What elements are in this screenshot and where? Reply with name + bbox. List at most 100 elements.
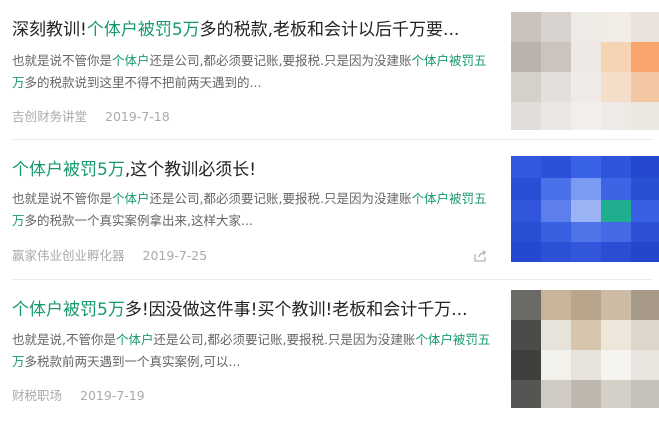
- thumbnail-pixel: [511, 72, 541, 102]
- thumbnail-pixel: [631, 222, 659, 242]
- thumbnail-pixel: [571, 156, 601, 178]
- thumbnail-pixel: [601, 72, 631, 102]
- title-keyword: 个体户被罚5万: [86, 20, 200, 40]
- summary-text: 多的税款说到这里不得不把前两天遇到的...: [24, 75, 262, 90]
- title-keyword: 个体户被罚5万: [12, 300, 125, 320]
- result-item[interactable]: 深刻教训!个体户被罚5万多的税款,老板和会计以后千万要... 也就是说不管你是个…: [0, 0, 659, 140]
- thumbnail-pixel: [571, 200, 601, 222]
- thumbnail-pixel: [541, 102, 571, 130]
- thumbnail-pixel: [571, 290, 601, 320]
- thumbnail-pixel: [541, 290, 571, 320]
- result-title[interactable]: 个体户被罚5万多!因没做这件事!买个教训!老板和会计千万...: [12, 297, 498, 323]
- summary-text: 也就是说不管你是: [12, 53, 113, 68]
- title-text: 多的税款,老板和会计以后千万要...: [199, 20, 460, 40]
- thumbnail-pixel: [511, 222, 541, 242]
- thumbnail-pixel: [601, 200, 631, 222]
- thumbnail-pixel: [631, 320, 659, 350]
- thumbnail-pixel: [601, 156, 631, 178]
- summary-text: 还是公司,都必须要记账,要报税.只是因为没建账: [149, 191, 412, 206]
- publish-date: 2019-7-18: [105, 109, 170, 124]
- thumbnail-pixel: [511, 200, 541, 222]
- source-name[interactable]: 吉创财务讲堂: [12, 109, 87, 124]
- result-title[interactable]: 深刻教训!个体户被罚5万多的税款,老板和会计以后千万要...: [12, 17, 498, 43]
- thumbnail-pixel: [511, 380, 541, 408]
- thumbnail-pixel: [571, 102, 601, 130]
- thumbnail-pixel: [511, 290, 541, 320]
- result-meta: 吉创财务讲堂 2019-7-18: [12, 108, 170, 126]
- publish-date: 2019-7-25: [142, 248, 208, 263]
- thumbnail-pixel: [511, 242, 541, 262]
- thumbnail-pixel: [631, 290, 659, 320]
- thumbnail-pixel: [541, 12, 571, 42]
- thumbnail-pixel: [511, 178, 541, 200]
- thumbnail-pixel: [601, 320, 631, 350]
- result-meta: 赢家伟业创业孵化器 2019-7-25: [12, 247, 207, 265]
- thumbnail-pixel: [631, 242, 659, 262]
- thumbnail-pixel: [601, 222, 631, 242]
- title-text: ,这个教训必须长!: [124, 160, 257, 180]
- thumbnail-pixel: [541, 178, 571, 200]
- source-name[interactable]: 赢家伟业创业孵化器: [12, 248, 125, 263]
- thumbnail-pixel: [541, 380, 571, 408]
- thumbnail-pixel: [601, 242, 631, 262]
- summary-text: 也就是说不管你是: [12, 191, 113, 206]
- source-name[interactable]: 财税职场: [12, 388, 62, 403]
- thumbnail-pixel: [601, 380, 631, 408]
- thumbnail-pixel: [571, 72, 601, 102]
- thumbnail-pixel: [631, 72, 659, 102]
- summary-text: 还是公司,都必须要记账,要报税.只是因为没建账: [153, 332, 416, 347]
- thumbnail-pixel: [601, 102, 631, 130]
- thumbnail-pixel: [511, 320, 541, 350]
- thumbnail-pixel: [571, 222, 601, 242]
- thumbnail-pixel: [631, 156, 659, 178]
- result-summary: 也就是说不管你是个体户还是公司,都必须要记账,要报税.只是因为没建账个体户被罚五…: [12, 188, 498, 232]
- title-keyword: 个体户被罚5万: [12, 160, 125, 180]
- thumbnail-pixel: [631, 350, 659, 380]
- thumbnail-pixel: [571, 350, 601, 380]
- thumbnail-pixel: [631, 200, 659, 222]
- publish-date: 2019-7-19: [80, 388, 145, 403]
- title-text: 多!因没做这件事!买个教训!老板和会计千万...: [124, 300, 468, 320]
- result-title[interactable]: 个体户被罚5万,这个教训必须长!: [12, 157, 498, 183]
- thumbnail-pixel: [631, 102, 659, 130]
- thumbnail-pixel: [601, 42, 631, 72]
- thumbnail-pixel: [601, 290, 631, 320]
- thumbnail-pixel: [511, 42, 541, 72]
- thumbnail-pixel: [541, 350, 571, 380]
- thumbnail-pixel: [541, 200, 571, 222]
- thumbnail-pixel: [571, 320, 601, 350]
- summary-text: 也就是说,不管你是: [12, 332, 116, 347]
- thumbnail-pixel: [511, 12, 541, 42]
- summary-text: 多税款前两天遇到一个真实案例,可以...: [24, 354, 241, 369]
- thumbnail-pixel: [571, 242, 601, 262]
- result-meta: 财税职场 2019-7-19: [12, 387, 145, 405]
- result-item[interactable]: 个体户被罚5万多!因没做这件事!买个教训!老板和会计千万... 也就是说,不管你…: [0, 280, 659, 422]
- result-thumbnail[interactable]: [511, 12, 659, 130]
- summary-keyword: 个体户: [112, 191, 150, 206]
- search-results-feed: 深刻教训!个体户被罚5万多的税款,老板和会计以后千万要... 也就是说不管你是个…: [0, 0, 659, 422]
- thumbnail-pixel: [541, 222, 571, 242]
- result-thumbnail[interactable]: [511, 290, 659, 408]
- thumbnail-pixel: [631, 42, 659, 72]
- thumbnail-pixel: [541, 42, 571, 72]
- summary-keyword: 个体户: [115, 332, 154, 347]
- thumbnail-pixel: [511, 350, 541, 380]
- thumbnail-pixel: [541, 242, 571, 262]
- thumbnail-pixel: [631, 12, 659, 42]
- thumbnail-pixel: [571, 380, 601, 408]
- thumbnail-pixel: [511, 102, 541, 130]
- result-summary: 也就是说不管你是个体户还是公司,都必须要记账,要报税.只是因为没建账个体户被罚五…: [12, 50, 498, 94]
- thumbnail-pixel: [541, 156, 571, 178]
- thumbnail-pixel: [601, 12, 631, 42]
- thumbnail-pixel: [631, 178, 659, 200]
- result-item[interactable]: 个体户被罚5万,这个教训必须长! 也就是说不管你是个体户还是公司,都必须要记账,…: [0, 140, 659, 280]
- result-thumbnail[interactable]: [511, 156, 659, 262]
- share-icon[interactable]: [473, 249, 487, 263]
- thumbnail-pixel: [511, 156, 541, 178]
- thumbnail-pixel: [541, 320, 571, 350]
- thumbnail-pixel: [571, 42, 601, 72]
- thumbnail-pixel: [541, 72, 571, 102]
- summary-text: 多的税款一个真实案例拿出来,这样大家...: [24, 213, 253, 228]
- summary-keyword: 个体户: [112, 53, 150, 68]
- thumbnail-pixel: [601, 178, 631, 200]
